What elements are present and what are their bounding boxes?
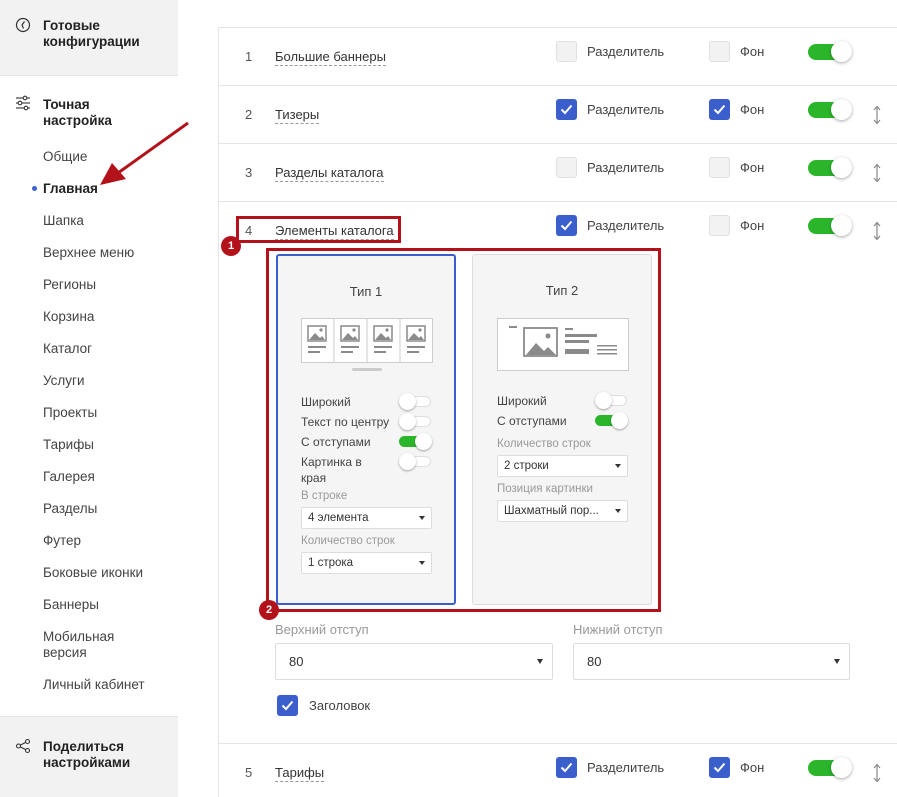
sliders-icon — [16, 95, 30, 111]
divider-label: Разделитель — [587, 160, 665, 175]
sidebar-item-header[interactable]: Шапка — [43, 213, 84, 229]
divider-checkbox[interactable] — [556, 41, 577, 62]
row-toggle[interactable] — [808, 41, 852, 62]
background-label: Фон — [740, 760, 765, 775]
background-label: Фон — [740, 218, 765, 233]
chevron-down-icon — [537, 659, 543, 664]
drag-handle-icon[interactable] — [873, 763, 881, 783]
sidebar-item-footer[interactable]: Футер — [43, 533, 81, 549]
background-label: Фон — [740, 44, 765, 59]
row-number: 3 — [245, 165, 253, 180]
row-number: 2 — [245, 107, 253, 122]
share-icon — [15, 738, 31, 754]
share-settings-label[interactable]: Поделиться настройками — [43, 739, 130, 771]
heading-checkbox[interactable] — [277, 695, 298, 716]
check-icon — [560, 220, 573, 231]
divider-label: Разделитель — [587, 218, 665, 233]
compass-icon — [15, 17, 31, 33]
ready-configs-label[interactable]: Готовые конфигурации — [43, 18, 140, 50]
divider-checkbox[interactable] — [556, 157, 577, 178]
check-icon — [713, 104, 726, 115]
ready-configs-block[interactable]: Готовые конфигурации — [0, 0, 178, 76]
background-label: Фон — [740, 102, 765, 117]
background-checkbox[interactable] — [709, 157, 730, 178]
sidebar-item-services[interactable]: Услуги — [43, 373, 85, 389]
sidebar-item-gallery[interactable]: Галерея — [43, 469, 95, 485]
sidebar-item-tariffs[interactable]: Тарифы — [43, 437, 94, 453]
row-label[interactable]: Разделы каталога — [275, 164, 384, 182]
divider-label: Разделитель — [587, 44, 665, 59]
row-toggle[interactable] — [808, 157, 852, 178]
settings-page: Готовые конфигурации Точная настройка Об… — [0, 0, 897, 797]
row-divider — [218, 143, 897, 144]
row-toggle[interactable] — [808, 215, 852, 236]
row-number: 1 — [245, 49, 253, 64]
heading-label: Заголовок — [309, 698, 371, 713]
annotation-box-row — [236, 216, 401, 243]
bottom-padding-select[interactable]: 80 — [573, 643, 850, 680]
sidebar-item-regions[interactable]: Регионы — [43, 277, 96, 293]
check-icon — [713, 762, 726, 773]
sidebar-item-side-icons[interactable]: Боковые иконки — [43, 565, 143, 581]
bottom-padding-label: Нижний отступ — [573, 622, 663, 637]
background-checkbox[interactable] — [709, 757, 730, 778]
drag-handle-icon[interactable] — [873, 163, 881, 183]
sidebar-item-banners[interactable]: Баннеры — [43, 597, 99, 613]
sidebar-item-cart[interactable]: Корзина — [43, 309, 94, 325]
background-checkbox[interactable] — [709, 99, 730, 120]
chevron-down-icon — [834, 659, 840, 664]
row-label[interactable]: Тизеры — [275, 106, 320, 124]
top-padding-select[interactable]: 80 — [275, 643, 553, 680]
row-label[interactable]: Тарифы — [275, 764, 325, 782]
annotation-badge: 1 — [221, 236, 241, 256]
row-divider — [218, 743, 897, 744]
sidebar-item-mobile[interactable]: Мобильная версия — [43, 629, 114, 661]
check-icon — [560, 104, 573, 115]
active-dot — [32, 186, 37, 191]
row-toggle[interactable] — [808, 99, 852, 120]
annotation-arrow — [100, 121, 189, 185]
sidebar-item-projects[interactable]: Проекты — [43, 405, 97, 421]
divider-checkbox[interactable] — [556, 99, 577, 120]
row-divider — [218, 201, 897, 202]
row-number: 5 — [245, 765, 253, 780]
check-icon — [560, 762, 573, 773]
background-label: Фон — [740, 160, 765, 175]
divider-checkbox[interactable] — [556, 215, 577, 236]
share-settings-block[interactable]: Поделиться настройками — [0, 716, 178, 797]
top-padding-label: Верхний отступ — [275, 622, 369, 637]
check-icon — [281, 700, 294, 711]
sidebar-item-general[interactable]: Общие — [43, 149, 87, 165]
annotation-box-types — [266, 248, 661, 612]
divider-checkbox[interactable] — [556, 757, 577, 778]
sidebar-item-top-menu[interactable]: Верхнее меню — [43, 245, 134, 261]
background-checkbox[interactable] — [709, 215, 730, 236]
sidebar-item-sections[interactable]: Разделы — [43, 501, 97, 517]
row-divider — [218, 85, 897, 86]
divider-label: Разделитель — [587, 760, 665, 775]
divider-label: Разделитель — [587, 102, 665, 117]
drag-handle-icon[interactable] — [873, 221, 881, 241]
background-checkbox[interactable] — [709, 41, 730, 62]
annotation-badge: 2 — [259, 600, 279, 620]
drag-handle-icon[interactable] — [873, 105, 881, 125]
sidebar-item-catalog[interactable]: Каталог — [43, 341, 92, 357]
row-toggle[interactable] — [808, 757, 852, 778]
row-label[interactable]: Большие баннеры — [275, 48, 386, 66]
sidebar-item-account[interactable]: Личный кабинет — [43, 677, 145, 693]
